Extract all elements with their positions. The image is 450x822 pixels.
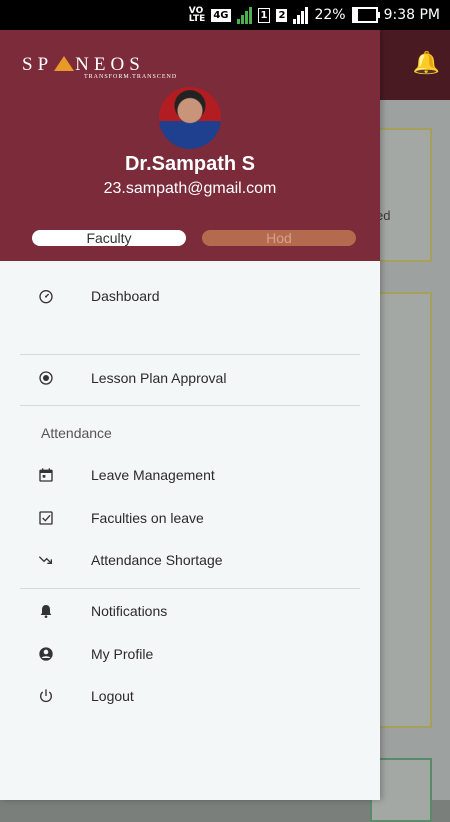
menu-label-dashboard: Dashboard bbox=[91, 288, 160, 304]
sim1-label: 1 bbox=[257, 7, 271, 23]
menu-item-faculties-on-leave[interactable]: Faculties on leave bbox=[0, 500, 380, 536]
trending-down-icon bbox=[37, 551, 55, 569]
bell-icon bbox=[37, 602, 55, 620]
user-email: 23.sampath@gmail.com bbox=[103, 180, 277, 197]
power-icon bbox=[37, 687, 55, 705]
role-faculty-button[interactable]: Faculty bbox=[32, 230, 186, 246]
calendar-icon bbox=[37, 466, 55, 484]
menu-item-leave-management[interactable]: Leave Management bbox=[0, 457, 380, 493]
signal-sim2-icon bbox=[293, 6, 309, 24]
network-type-badge: 4G bbox=[211, 8, 231, 22]
menu-item-my-profile[interactable]: My Profile bbox=[0, 636, 380, 672]
checkbox-icon bbox=[37, 509, 55, 527]
brand-logo: SP NEOS TRANSFORM.TRANSCEND bbox=[22, 54, 177, 80]
lte-text: LTE bbox=[188, 14, 206, 24]
radio-target-icon bbox=[37, 369, 55, 387]
menu-item-notifications[interactable]: Notifications bbox=[0, 593, 380, 629]
menu-item-dashboard[interactable]: Dashboard bbox=[0, 278, 380, 314]
menu-label-faculties-on-leave: Faculties on leave bbox=[91, 510, 204, 526]
menu-label-leave-management: Leave Management bbox=[91, 467, 215, 483]
menu-item-attendance-shortage[interactable]: Attendance Shortage bbox=[0, 542, 380, 578]
sim2-label: 2 bbox=[276, 8, 288, 22]
account-circle-icon bbox=[37, 645, 55, 663]
logo-wordmark: SP NEOS bbox=[22, 54, 145, 75]
menu-divider bbox=[20, 405, 360, 406]
section-label-attendance: Attendance bbox=[41, 425, 112, 441]
signal-sim1-icon bbox=[236, 6, 252, 24]
drawer-header: SP NEOS TRANSFORM.TRANSCEND Dr.Sampath S … bbox=[0, 30, 380, 261]
logo-tagline: TRANSFORM.TRANSCEND bbox=[84, 74, 178, 80]
menu-label-notifications: Notifications bbox=[91, 603, 168, 619]
bell-icon: 🔔 bbox=[412, 50, 440, 75]
speedometer-icon bbox=[37, 287, 55, 305]
status-icons: VO LTE 4G 1 2 22% 9:38 PM bbox=[189, 0, 440, 30]
menu-label-my-profile: My Profile bbox=[91, 646, 154, 662]
navigation-drawer: SP NEOS TRANSFORM.TRANSCEND Dr.Sampath S … bbox=[0, 30, 380, 800]
menu-item-logout[interactable]: Logout bbox=[0, 678, 380, 714]
status-bar: VO LTE 4G 1 2 22% 9:38 PM bbox=[0, 0, 450, 30]
menu-label-lesson-plan-approval: Lesson Plan Approval bbox=[91, 370, 227, 386]
volte-indicator: VO LTE bbox=[188, 7, 206, 24]
menu-divider bbox=[20, 588, 360, 589]
clock: 9:38 PM bbox=[383, 7, 440, 23]
role-hod-button[interactable]: Hod bbox=[202, 230, 356, 246]
avatar[interactable] bbox=[159, 87, 221, 149]
battery-percent: 22% bbox=[314, 7, 346, 23]
menu-divider bbox=[20, 354, 360, 355]
battery-icon bbox=[351, 7, 380, 23]
user-name: Dr.Sampath S bbox=[124, 153, 256, 175]
menu-item-lesson-plan-approval[interactable]: Lesson Plan Approval bbox=[0, 360, 380, 396]
menu-label-logout: Logout bbox=[91, 688, 134, 704]
battery-fill bbox=[353, 9, 359, 21]
menu-label-attendance-shortage: Attendance Shortage bbox=[91, 552, 223, 568]
logo-triangle-icon bbox=[54, 56, 75, 71]
